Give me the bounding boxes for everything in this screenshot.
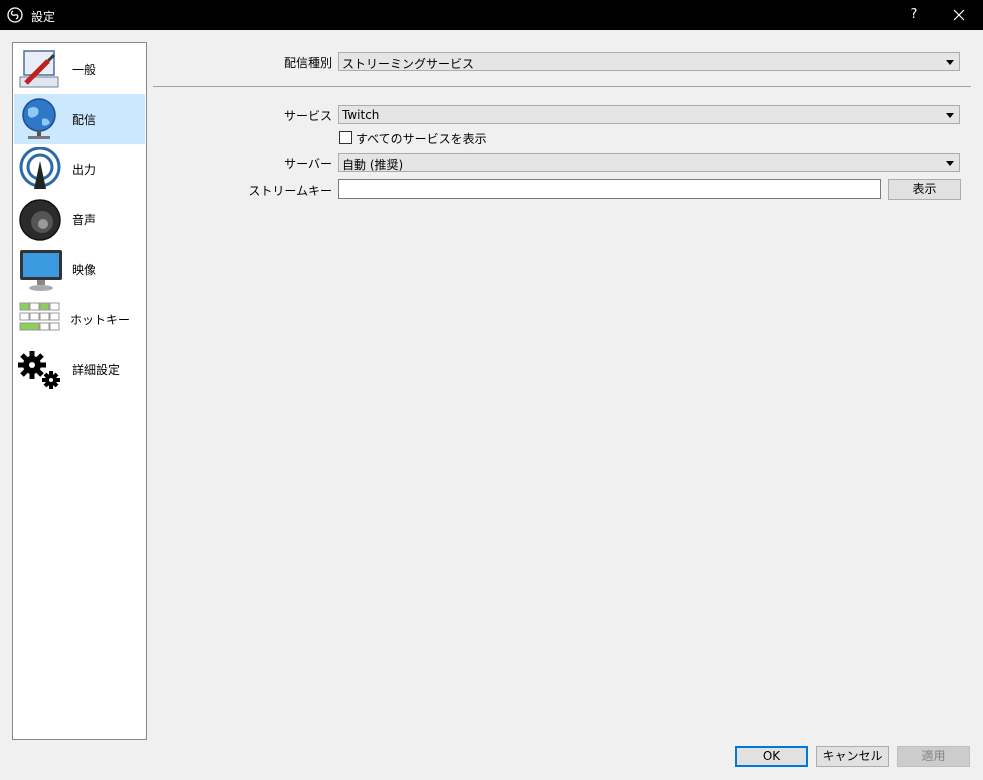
chevron-down-icon <box>946 113 954 118</box>
output-icon <box>19 147 61 189</box>
keyboard-icon <box>19 302 60 331</box>
title-bar: 設定 ? <box>0 0 983 30</box>
stream-type-label: 配信種別 <box>283 56 332 70</box>
service-label: サービス <box>283 109 332 123</box>
sidebar-item-label: 出力 <box>72 163 97 177</box>
server-value: 自動 (推奨) <box>342 158 404 172</box>
apply-button[interactable]: 適用 <box>897 746 970 767</box>
sidebar-item-label: 配信 <box>72 113 97 127</box>
general-icon <box>19 50 59 88</box>
service-value: Twitch <box>342 108 380 122</box>
server-select[interactable]: 自動 (推奨) <box>338 153 960 172</box>
sidebar-item-advanced[interactable]: 詳細設定 <box>14 344 145 394</box>
chevron-down-icon <box>946 60 954 65</box>
sidebar-item-label: 一般 <box>72 63 97 77</box>
divider <box>153 86 971 87</box>
sidebar-item-label: 映像 <box>72 263 97 277</box>
obs-logo-icon <box>7 7 23 23</box>
sidebar-item-output[interactable]: 出力 <box>14 144 145 194</box>
window-title: 設定 <box>31 10 56 24</box>
sidebar-item-label: 詳細設定 <box>72 363 121 377</box>
close-icon[interactable] <box>941 0 977 30</box>
sidebar-item-hotkeys[interactable]: ホットキー <box>14 294 145 344</box>
server-label: サーバー <box>284 157 332 171</box>
stream-key-input[interactable] <box>338 179 881 199</box>
sidebar-item-audio[interactable]: 音声 <box>14 194 145 244</box>
settings-sidebar: 一般 配信 出力 音声 映像 ホットキー 詳細設定 <box>12 42 147 740</box>
speaker-icon <box>19 199 61 241</box>
help-button[interactable]: ? <box>898 0 930 30</box>
ok-button[interactable]: OK <box>735 746 808 767</box>
cancel-button[interactable]: キャンセル <box>816 746 889 767</box>
sidebar-item-video[interactable]: 映像 <box>14 244 145 294</box>
sidebar-item-label: ホットキー <box>70 313 131 327</box>
stream-type-value: ストリーミングサービス <box>342 57 475 71</box>
monitor-icon <box>20 250 62 291</box>
show-all-services-checkbox[interactable] <box>339 131 352 144</box>
stream-globe-icon <box>22 98 56 139</box>
show-all-services-label[interactable]: すべてのサービスを表示 <box>356 130 487 147</box>
service-select[interactable]: Twitch <box>338 105 960 124</box>
sidebar-item-general[interactable]: 一般 <box>14 44 145 94</box>
sidebar-item-stream[interactable]: 配信 <box>14 94 145 144</box>
sidebar-item-label: 音声 <box>72 213 97 227</box>
chevron-down-icon <box>946 161 954 166</box>
show-key-button[interactable]: 表示 <box>888 179 961 200</box>
gears-icon <box>18 351 60 389</box>
stream-key-label: ストリームキー <box>248 184 332 198</box>
stream-type-select[interactable]: ストリーミングサービス <box>338 52 960 71</box>
